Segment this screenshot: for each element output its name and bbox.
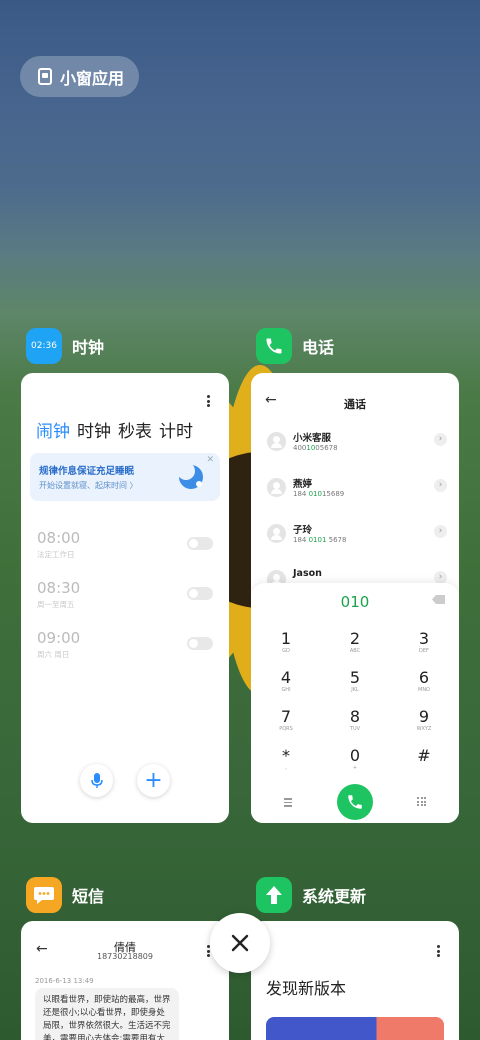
phone-app-icon [256, 328, 292, 364]
phone-app-header[interactable]: 电话 [256, 328, 334, 364]
moon-icon [177, 462, 203, 489]
sleep-banner-title: 规律作息保证充足睡眠 [39, 466, 135, 477]
sleep-banner[interactable]: 规律作息保证充足睡眠 开始设置就寝、起床时间 〉 ✕ [30, 453, 220, 501]
floating-window-apps-button[interactable]: 小窗应用 [20, 56, 139, 97]
alarm-time: 08:30 [37, 579, 81, 597]
clock-icon-time: 02:36 [31, 341, 57, 351]
sms-app-icon [26, 877, 62, 913]
dialpad: 010 1 GD 2 ABC 3 DEF 4 GHI 5 JKL 6 MNO 7 PQRS 8… [251, 583, 459, 823]
floating-window-icon [38, 68, 52, 85]
dial-key-8[interactable]: 8 TUV [325, 708, 385, 733]
more-options-icon[interactable] [437, 945, 441, 957]
clock-app-name: 时钟 [72, 338, 105, 357]
dial-key-7[interactable]: 7 PQRS [256, 708, 316, 733]
clock-app-icon: 02:36 [26, 328, 62, 364]
floating-window-label: 小窗应用 [60, 68, 125, 88]
message-bubble: 以眼看世界，即使站的最高，世界还是很小;以心看世界，即使身处局限，世界依然很大。… [35, 988, 179, 1040]
contact-name: 子玲 [293, 525, 313, 536]
updater-app-card[interactable]: 发现新版本 [251, 921, 459, 1040]
close-icon [231, 934, 249, 952]
dialed-number: 010 [340, 593, 370, 611]
dial-key-star[interactable]: *, [256, 747, 316, 772]
more-options-icon[interactable] [207, 395, 211, 407]
microphone-icon [90, 772, 103, 788]
add-alarm-button[interactable]: + [137, 764, 170, 797]
contact-name: Jason [293, 568, 322, 579]
conversation-number: 18730218809 [97, 952, 153, 961]
tab-stopwatch[interactable]: 秒表 [118, 417, 152, 442]
contact-number: 184 0101 5678 [293, 536, 347, 544]
chevron-right-icon[interactable]: › [434, 433, 447, 446]
contact-name: 燕婷 [293, 479, 313, 490]
dial-key-0[interactable]: 0 + [325, 747, 385, 772]
voice-button[interactable] [80, 764, 113, 797]
menu-icon[interactable] [284, 798, 292, 809]
plus-icon: + [144, 768, 163, 793]
alarm-item[interactable]: 09:00 周六 周日 [37, 629, 80, 660]
phone-app-card[interactable]: ← 通话 小米客服 4001005678 › 燕婷 184 01015689 ›… [251, 373, 459, 823]
alarm-item[interactable]: 08:00 法定工作日 [37, 529, 80, 560]
dial-key-9[interactable]: 9 WXYZ [394, 708, 454, 733]
message-date: 2016-6-13 13:49 [35, 977, 94, 985]
updater-app-icon [256, 877, 292, 913]
alarm-toggle[interactable] [187, 637, 213, 650]
keypad-icon[interactable] [417, 797, 426, 806]
tab-timer[interactable]: 计时 [159, 417, 193, 442]
message-bubble-icon [34, 887, 54, 904]
new-version-heading: 发现新版本 [266, 979, 347, 998]
dial-key-hash[interactable]: # [394, 747, 454, 765]
contact-row[interactable]: 小米客服 4001005678 › [267, 430, 447, 460]
update-banner [266, 1017, 444, 1040]
alarm-toggle[interactable] [187, 537, 213, 550]
updater-app-name: 系统更新 [302, 887, 367, 906]
avatar [267, 432, 286, 451]
banner-close-icon[interactable]: ✕ [206, 455, 214, 465]
contact-name: 小米客服 [293, 433, 332, 444]
tab-clock[interactable]: 时钟 [77, 417, 111, 442]
calls-title: 通话 [344, 398, 366, 411]
alarm-item[interactable]: 08:30 周一至周五 [37, 579, 80, 610]
updater-app-header[interactable]: 系统更新 [256, 877, 366, 913]
avatar [267, 524, 286, 543]
clock-tabs: 闹钟 时钟 秒表 计时 [36, 417, 200, 442]
alarm-time: 09:00 [37, 629, 81, 647]
alarm-time: 08:00 [37, 529, 81, 547]
alarm-toggle[interactable] [187, 587, 213, 600]
clock-app-header[interactable]: 02:36 时钟 [26, 328, 104, 364]
alarm-repeat: 法定工作日 [37, 550, 75, 559]
contact-number: 184 01015689 [293, 490, 345, 498]
phone-app-name: 电话 [302, 338, 335, 357]
dial-key-6[interactable]: 6 MNO [394, 669, 454, 694]
dial-key-5[interactable]: 5 JKL [325, 669, 385, 694]
alarm-repeat: 周一至周五 [37, 600, 75, 609]
sleep-banner-subtitle: 开始设置就寝、起床时间 〉 [39, 481, 138, 490]
phone-icon [348, 795, 362, 809]
sms-app-name: 短信 [72, 887, 105, 906]
arrow-up-icon [266, 886, 282, 904]
clear-all-button[interactable] [210, 913, 270, 973]
alarm-repeat: 周六 周日 [37, 650, 70, 659]
clock-app-card[interactable]: 闹钟 时钟 秒表 计时 规律作息保证充足睡眠 开始设置就寝、起床时间 〉 ✕ 0… [21, 373, 229, 823]
dial-key-3[interactable]: 3 DEF [394, 630, 454, 655]
sms-app-card[interactable]: ← 倩倩 18730218809 2016-6-13 13:49 以眼看世界，即… [21, 921, 229, 1040]
contact-number: 4001005678 [293, 444, 338, 452]
avatar [267, 478, 286, 497]
call-button[interactable] [337, 784, 373, 820]
tab-alarm[interactable]: 闹钟 [36, 417, 70, 442]
contact-row[interactable]: 燕婷 184 01015689 › [267, 476, 447, 506]
phone-icon [266, 338, 282, 354]
dial-key-2[interactable]: 2 ABC [325, 630, 385, 655]
dial-key-1[interactable]: 1 GD [256, 630, 316, 655]
dial-key-4[interactable]: 4 GHI [256, 669, 316, 694]
chevron-right-icon[interactable]: › [434, 525, 447, 538]
sms-app-header[interactable]: 短信 [26, 877, 104, 913]
chevron-right-icon[interactable]: › [434, 479, 447, 492]
contact-row[interactable]: 子玲 184 0101 5678 › [267, 522, 447, 552]
